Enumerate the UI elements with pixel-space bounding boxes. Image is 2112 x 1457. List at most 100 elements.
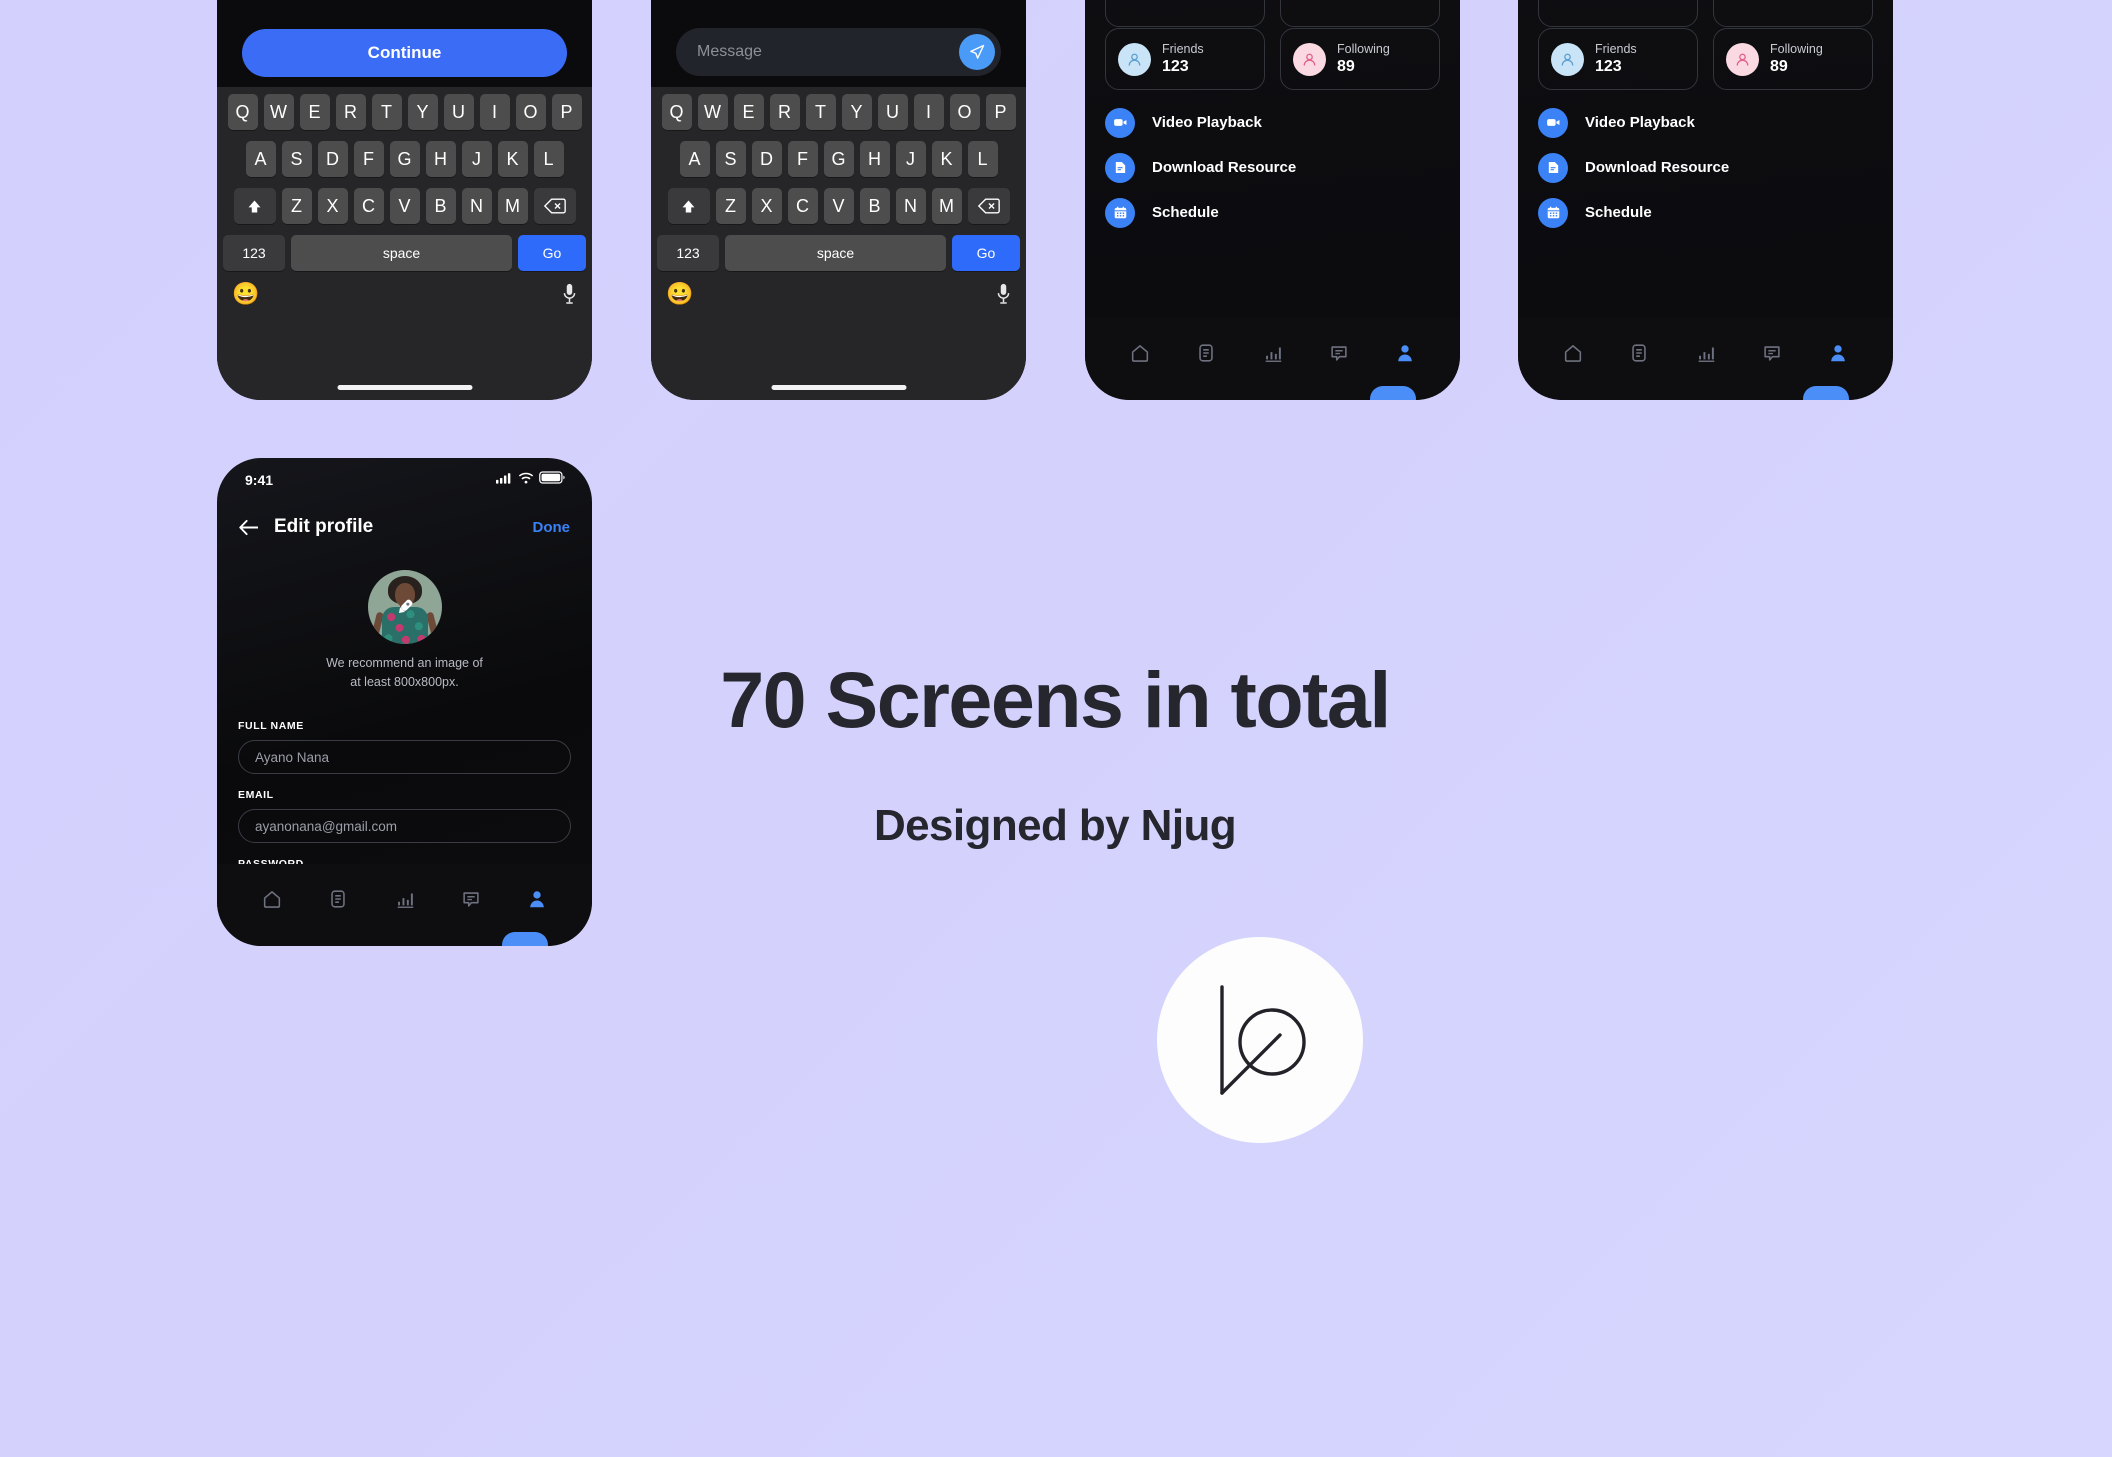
key-u[interactable]: U (443, 94, 474, 130)
tab-stats[interactable] (1239, 336, 1305, 370)
key-m[interactable]: M (931, 188, 962, 224)
avatar[interactable] (367, 570, 442, 644)
tab-stats[interactable] (371, 882, 437, 916)
key-j[interactable]: J (895, 141, 926, 177)
stat-card-friends[interactable]: Friends 123 (1538, 28, 1698, 90)
key-u[interactable]: U (877, 94, 908, 130)
key-g[interactable]: G (823, 141, 854, 177)
tab-home[interactable] (1107, 336, 1173, 370)
tab-messages[interactable] (1306, 336, 1372, 370)
tab-messages[interactable] (438, 882, 504, 916)
key-v[interactable]: V (389, 188, 420, 224)
key-x[interactable]: X (317, 188, 348, 224)
key-q[interactable]: Q (661, 94, 692, 130)
backspace-delete-icon[interactable] (967, 188, 1010, 224)
key-f[interactable]: F (353, 141, 384, 177)
key-w[interactable]: W (697, 94, 728, 130)
key-i[interactable]: I (479, 94, 510, 130)
menu-item-video-playback[interactable]: Video Playback (1105, 100, 1440, 145)
tab-feed[interactable] (1606, 336, 1672, 370)
menu-item-download-resource[interactable]: Download Resource (1105, 145, 1440, 190)
tab-messages[interactable] (1739, 336, 1805, 370)
key-j[interactable]: J (461, 141, 492, 177)
tab-feed[interactable] (305, 882, 371, 916)
key-z[interactable]: Z (281, 188, 312, 224)
space-key[interactable]: space (291, 235, 512, 271)
full-name-input[interactable] (238, 740, 571, 774)
shift-up-arrow-icon[interactable] (233, 188, 276, 224)
key-x[interactable]: X (751, 188, 782, 224)
space-key[interactable]: space (725, 235, 946, 271)
key-k[interactable]: K (931, 141, 962, 177)
continue-button[interactable]: Continue (242, 29, 567, 77)
key-e[interactable]: E (299, 94, 330, 130)
key-s[interactable]: S (715, 141, 746, 177)
key-b[interactable]: B (859, 188, 890, 224)
tab-stats[interactable] (1672, 336, 1738, 370)
stat-card-following[interactable]: Following 89 (1280, 28, 1440, 90)
pencil-edit-icon[interactable] (390, 592, 420, 622)
numeric-key[interactable]: 123 (657, 235, 719, 271)
key-o[interactable]: O (515, 94, 546, 130)
menu-item-download-resource[interactable]: Download Resource (1538, 145, 1873, 190)
stat-card-friends[interactable]: Friends 123 (1105, 28, 1265, 90)
message-input-bar[interactable]: Message (676, 28, 1001, 76)
key-c[interactable]: C (353, 188, 384, 224)
key-y[interactable]: Y (407, 94, 438, 130)
key-g[interactable]: G (389, 141, 420, 177)
key-c[interactable]: C (787, 188, 818, 224)
smiley-emoji-icon[interactable]: 😀 (232, 283, 259, 305)
key-d[interactable]: D (317, 141, 348, 177)
smiley-emoji-icon[interactable]: 😀 (666, 283, 693, 305)
key-f[interactable]: F (787, 141, 818, 177)
tab-profile[interactable] (1372, 336, 1438, 370)
key-k[interactable]: K (497, 141, 528, 177)
paper-plane-send-icon[interactable] (959, 34, 995, 70)
tab-home[interactable] (1540, 336, 1606, 370)
key-p[interactable]: P (985, 94, 1016, 130)
key-h[interactable]: H (425, 141, 456, 177)
key-t[interactable]: T (371, 94, 402, 130)
microphone-icon[interactable] (996, 283, 1011, 310)
key-t[interactable]: T (805, 94, 836, 130)
key-n[interactable]: N (895, 188, 926, 224)
key-d[interactable]: D (751, 141, 782, 177)
key-o[interactable]: O (949, 94, 980, 130)
key-p[interactable]: P (551, 94, 582, 130)
backspace-delete-icon[interactable] (533, 188, 576, 224)
stat-card-partial[interactable] (1538, 0, 1698, 27)
key-z[interactable]: Z (715, 188, 746, 224)
go-key[interactable]: Go (518, 235, 586, 271)
stat-card-partial[interactable] (1713, 0, 1873, 27)
menu-item-video-playback[interactable]: Video Playback (1538, 100, 1873, 145)
key-a[interactable]: A (245, 141, 276, 177)
email-input[interactable] (238, 809, 571, 843)
key-m[interactable]: M (497, 188, 528, 224)
key-v[interactable]: V (823, 188, 854, 224)
shift-up-arrow-icon[interactable] (667, 188, 710, 224)
key-i[interactable]: I (913, 94, 944, 130)
done-button[interactable]: Done (533, 519, 571, 536)
menu-item-schedule[interactable]: Schedule (1538, 190, 1873, 235)
arrow-left-icon[interactable] (239, 519, 260, 536)
tab-profile[interactable] (1805, 336, 1871, 370)
key-l[interactable]: L (967, 141, 998, 177)
key-q[interactable]: Q (227, 94, 258, 130)
tab-profile[interactable] (504, 882, 570, 916)
key-a[interactable]: A (679, 141, 710, 177)
stat-card-partial[interactable] (1105, 0, 1265, 27)
menu-item-schedule[interactable]: Schedule (1105, 190, 1440, 235)
go-key[interactable]: Go (952, 235, 1020, 271)
key-w[interactable]: W (263, 94, 294, 130)
onscreen-keyboard-2[interactable]: Q W E R T Y U I O P A S D F G H J K L Z (651, 87, 1026, 400)
key-n[interactable]: N (461, 188, 492, 224)
numeric-key[interactable]: 123 (223, 235, 285, 271)
tab-home[interactable] (239, 882, 305, 916)
onscreen-keyboard-1[interactable]: Q W E R T Y U I O P A S D F G H J K L Z (217, 87, 592, 400)
stat-card-following[interactable]: Following 89 (1713, 28, 1873, 90)
key-y[interactable]: Y (841, 94, 872, 130)
stat-card-partial[interactable] (1280, 0, 1440, 27)
key-h[interactable]: H (859, 141, 890, 177)
microphone-icon[interactable] (562, 283, 577, 310)
key-s[interactable]: S (281, 141, 312, 177)
